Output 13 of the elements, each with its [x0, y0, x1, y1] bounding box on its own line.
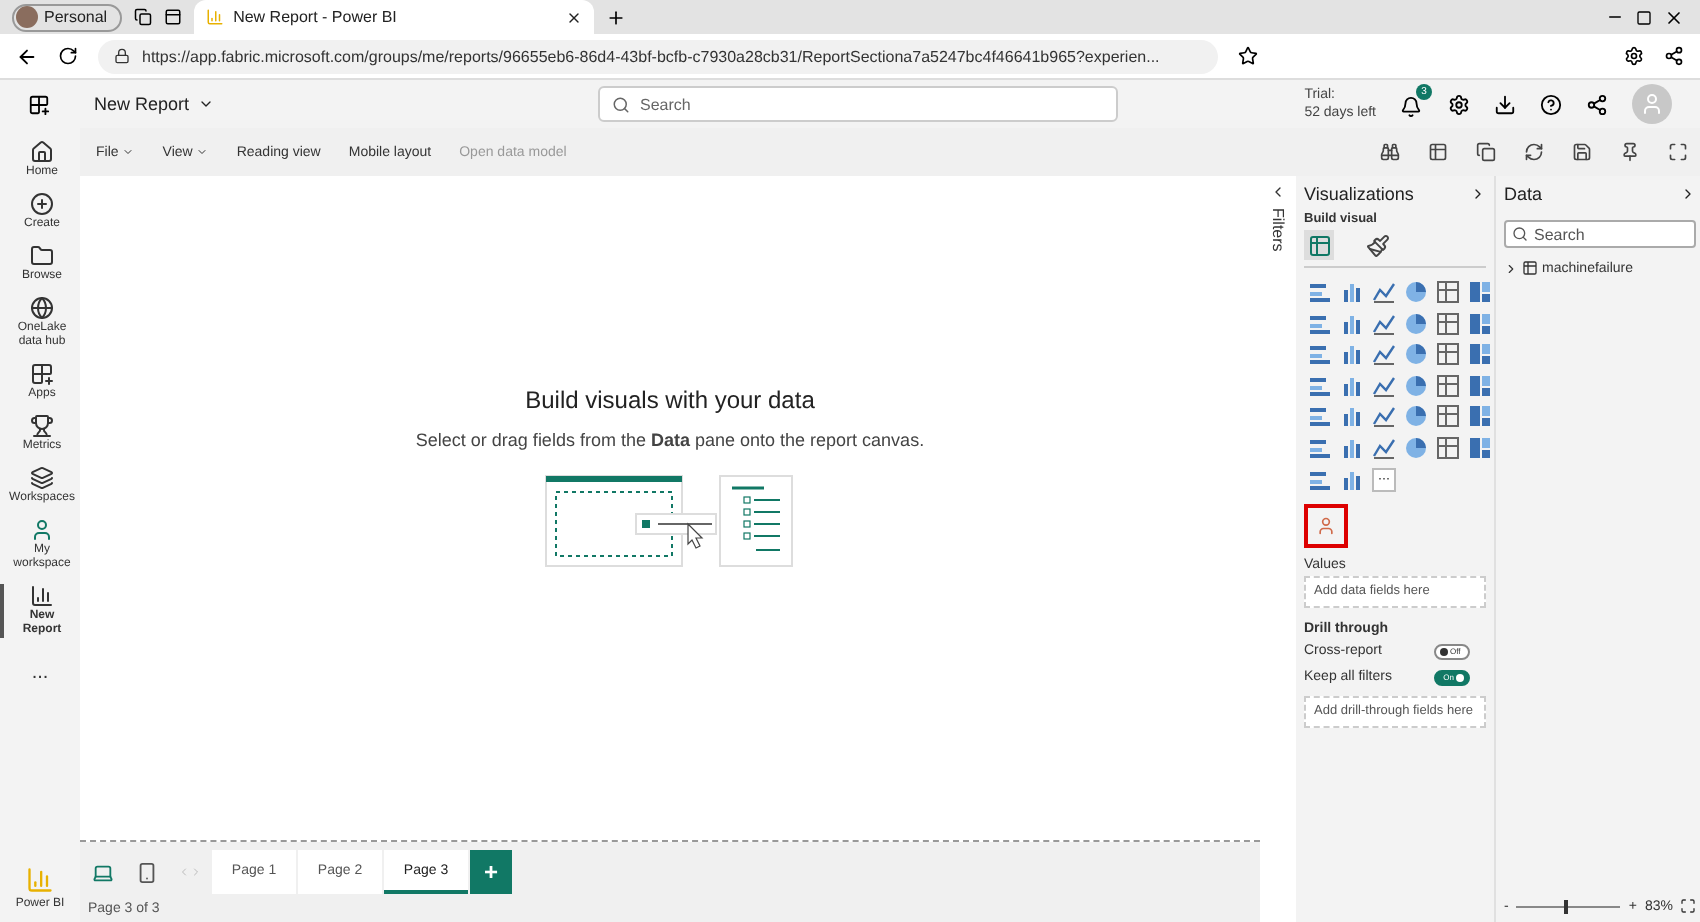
- more-button[interactable]: ...: [31, 662, 49, 684]
- search-field[interactable]: Search: [598, 86, 1118, 122]
- canvas-hint: Select or drag fields from the Data pane onto the report canvas.: [415, 430, 925, 450]
- report-title[interactable]: New Report: [94, 94, 574, 114]
- browser-tab[interactable]: New Report - Power BI: [193, 0, 594, 34]
- add-page-button[interactable]: +: [470, 850, 512, 894]
- pane-title: Visualizations: [1304, 184, 1414, 204]
- pane-title: Data: [1504, 184, 1543, 204]
- data-search-field[interactable]: Search: [1504, 220, 1697, 248]
- address-field[interactable]: https://app.fabric.microsoft.com/groups/me/reports/96655eb6-86d4-43bf-bcfb-c7930a28cb31/ReportSectiona7a5247bc4f46641b965?experien...: [98, 39, 1218, 73]
- profile-button[interactable]: Personal: [12, 3, 122, 31]
- filters-pane-tab[interactable]: Filters: [1269, 208, 1287, 252]
- canvas-title: Build visuals with your data: [525, 386, 815, 414]
